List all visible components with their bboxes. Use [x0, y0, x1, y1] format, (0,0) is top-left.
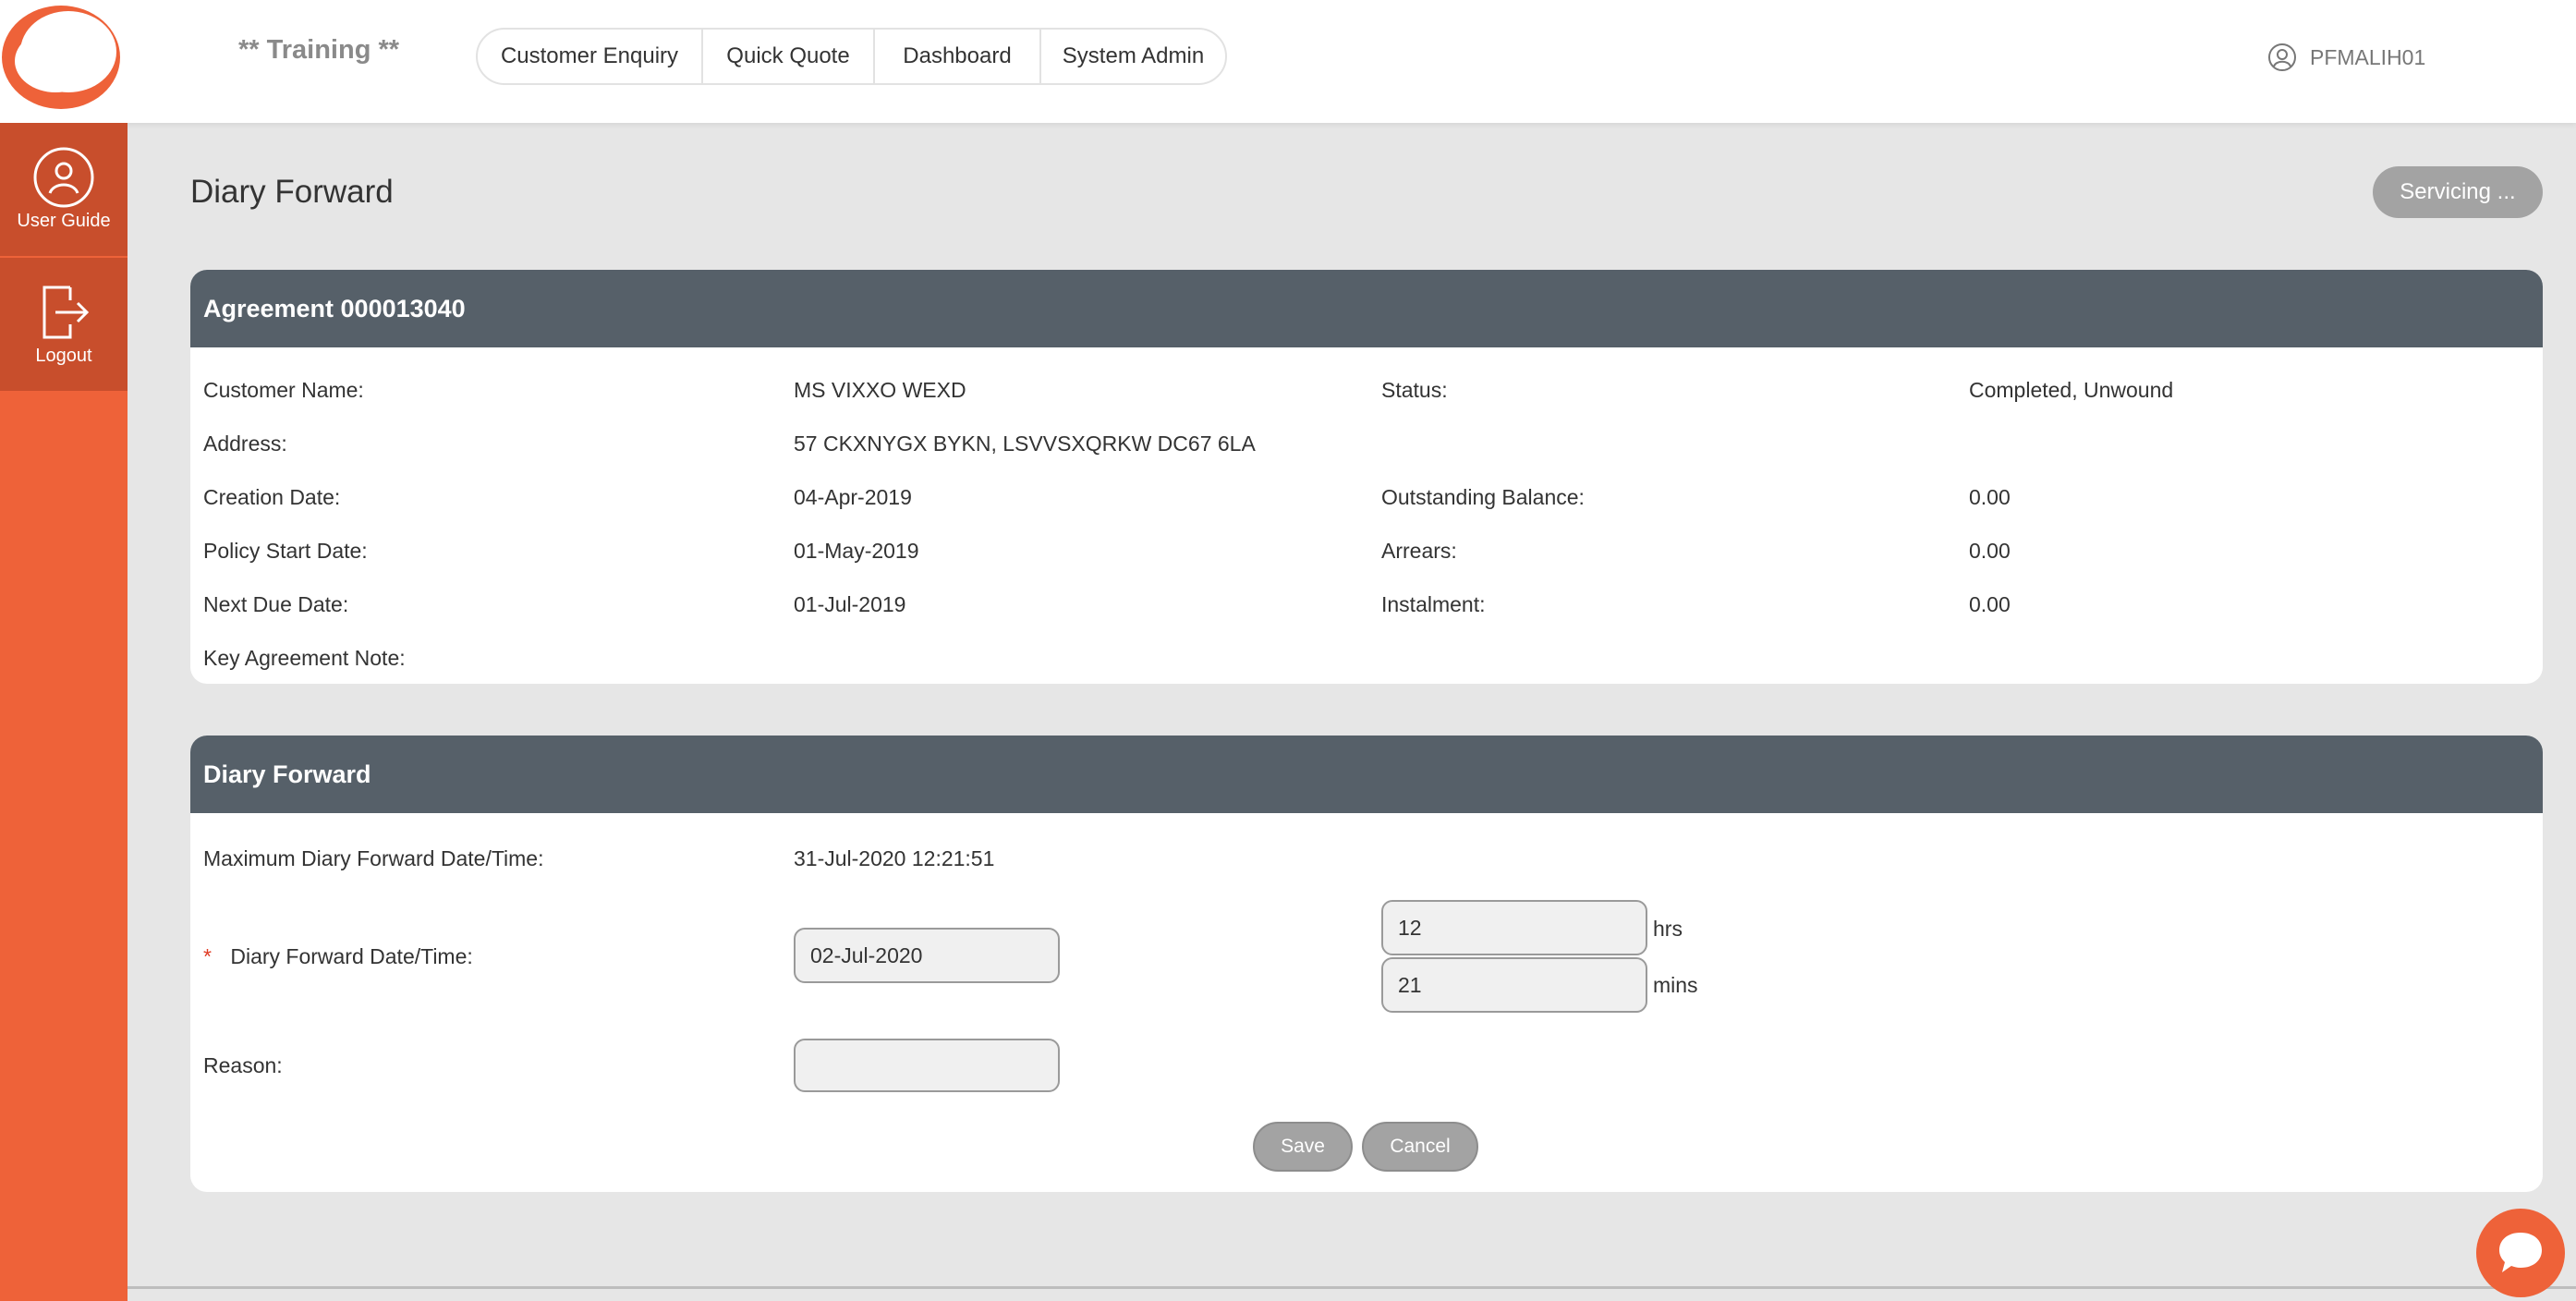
- save-button[interactable]: Save: [1253, 1122, 1353, 1172]
- next-due-value: 01-Jul-2019: [794, 592, 906, 616]
- diary-date-input[interactable]: 02-Jul-2020: [794, 928, 1060, 983]
- outstanding-balance-label: Outstanding Balance:: [1381, 485, 1585, 509]
- creation-date-label: Creation Date:: [203, 485, 341, 509]
- policy-start-label: Policy Start Date:: [203, 539, 368, 563]
- instalment-value: 0.00: [1969, 592, 2011, 616]
- status-value: Completed, Unwound: [1969, 378, 2174, 402]
- reason-label: Reason:: [203, 1053, 283, 1077]
- diary-date-label: Diary Forward Date/Time:: [230, 944, 473, 968]
- address-label: Address:: [203, 432, 287, 456]
- max-diary-value: 31-Jul-2020 12:21:51: [794, 846, 995, 870]
- nav-system-admin[interactable]: System Admin: [1041, 30, 1225, 83]
- arrears-label: Arrears:: [1381, 539, 1457, 563]
- chat-bubble-icon: [2499, 1233, 2542, 1272]
- logout-button[interactable]: Logout: [0, 258, 128, 391]
- creation-date-value: 04-Apr-2019: [794, 485, 912, 509]
- environment-label: ** Training **: [238, 35, 400, 65]
- cancel-button[interactable]: Cancel: [1362, 1122, 1478, 1172]
- top-bar: ** Training ** Customer Enquiry Quick Qu…: [0, 0, 2576, 123]
- page-title: Diary Forward: [190, 174, 394, 210]
- address-value: 57 CKXNYGX BYKN, LSVVSXQRKW DC67 6LA: [794, 432, 1256, 456]
- diary-forward-heading: Diary Forward: [190, 736, 2543, 813]
- user-menu[interactable]: PFMALIH01: [2267, 43, 2425, 72]
- company-logo[interactable]: [0, 2, 124, 111]
- instalment-label: Instalment:: [1381, 592, 1486, 616]
- nav-dashboard[interactable]: Dashboard: [875, 30, 1041, 83]
- main-nav: Customer Enquiry Quick Quote Dashboard S…: [476, 28, 1227, 85]
- outstanding-balance-value: 0.00: [1969, 485, 2011, 509]
- arrears-value: 0.00: [1969, 539, 2011, 563]
- diary-date-label-row: * Diary Forward Date/Time:: [203, 944, 473, 969]
- user-guide-icon: [33, 147, 94, 208]
- key-note-label: Key Agreement Note:: [203, 646, 406, 670]
- policy-start-value: 01-May-2019: [794, 539, 919, 563]
- logout-label: Logout: [35, 346, 92, 366]
- reason-input[interactable]: [794, 1039, 1060, 1092]
- minutes-unit: mins: [1653, 973, 1698, 997]
- nav-customer-enquiry[interactable]: Customer Enquiry: [478, 30, 703, 83]
- status-label: Status:: [1381, 378, 1448, 402]
- user-guide-button[interactable]: User Guide: [0, 123, 128, 256]
- nav-quick-quote[interactable]: Quick Quote: [703, 30, 875, 83]
- minutes-input[interactable]: 21: [1381, 957, 1647, 1013]
- logout-icon: [43, 286, 90, 339]
- chat-button[interactable]: [2476, 1209, 2565, 1297]
- agreement-heading: Agreement 000013040: [190, 270, 2543, 347]
- customer-name-value: MS VIXXO WEXD: [794, 378, 966, 402]
- footer-divider: [128, 1286, 2576, 1289]
- max-diary-label: Maximum Diary Forward Date/Time:: [203, 846, 544, 870]
- next-due-label: Next Due Date:: [203, 592, 349, 616]
- user-circle-icon: [2268, 43, 2296, 71]
- sidebar: User Guide Logout: [0, 123, 128, 1301]
- hours-unit: hrs: [1653, 917, 1683, 941]
- diary-forward-panel: Diary Forward Maximum Diary Forward Date…: [190, 736, 2543, 1192]
- hours-input[interactable]: 12: [1381, 900, 1647, 955]
- agreement-panel: Agreement 000013040 Customer Name: MS VI…: [190, 270, 2543, 684]
- required-marker: *: [203, 944, 212, 968]
- servicing-button[interactable]: Servicing ...: [2373, 166, 2543, 218]
- user-guide-label: User Guide: [17, 211, 111, 231]
- username: PFMALIH01: [2310, 44, 2426, 69]
- customer-name-label: Customer Name:: [203, 378, 364, 402]
